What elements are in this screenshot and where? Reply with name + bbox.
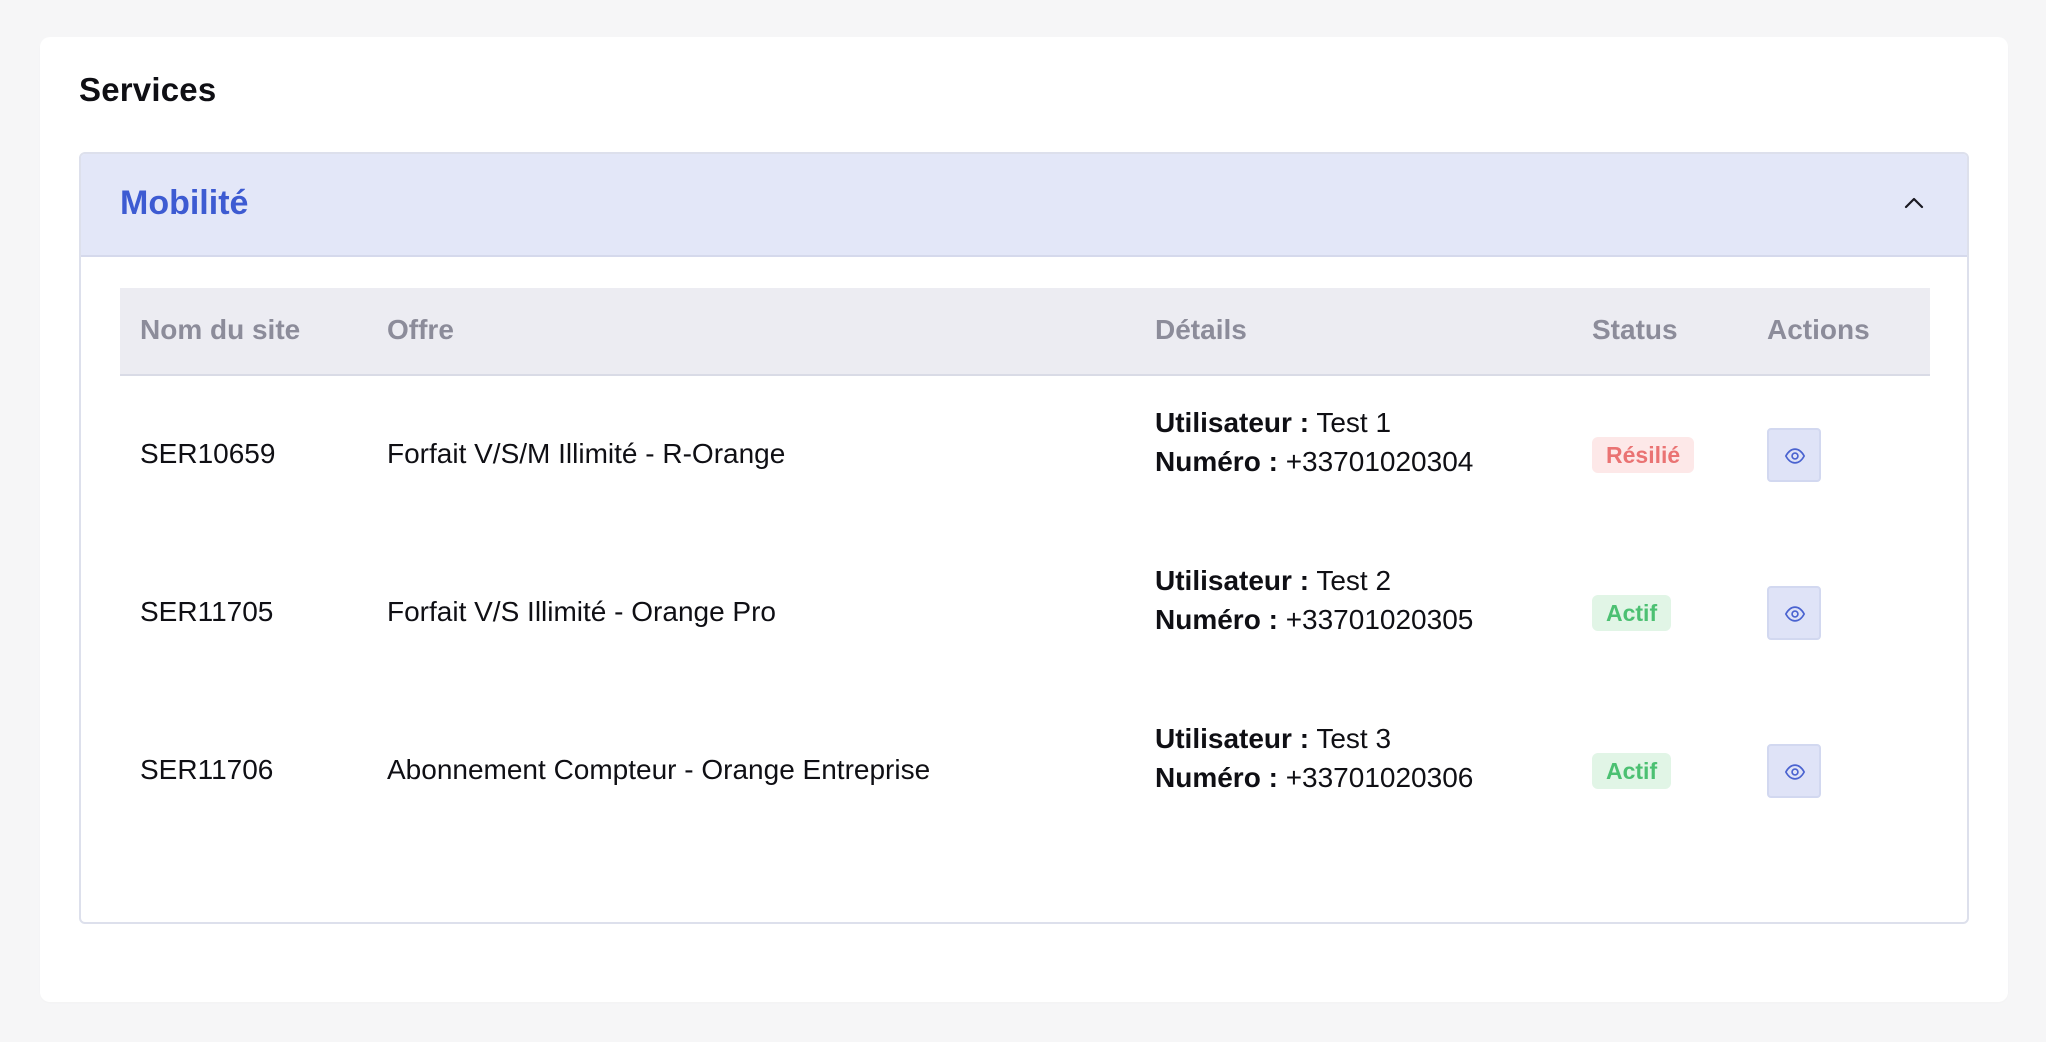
offer-name: Forfait V/S/M Illimité - R-Orange: [387, 438, 786, 469]
column-header-offre: Offre: [387, 314, 454, 345]
status-badge: Actif: [1592, 753, 1672, 789]
table-row: SER11706 Abonnement Compteur - Orange En…: [120, 692, 1930, 850]
detail-label-number: Numéro :: [1155, 446, 1278, 477]
column-header-site: Nom du site: [140, 314, 301, 345]
site-name: SER10659: [140, 438, 276, 469]
page-title: Services: [79, 71, 217, 108]
eye-icon: [1784, 448, 1806, 464]
column-header-details: Détails: [1155, 314, 1247, 345]
status-badge: Résilié: [1592, 437, 1695, 473]
detail-user: Test 3: [1316, 723, 1392, 754]
detail-user: Test 2: [1316, 565, 1392, 596]
detail-number: +33701020305: [1285, 604, 1474, 635]
detail-label-user: Utilisateur :: [1155, 565, 1310, 596]
detail-label-number: Numéro :: [1155, 604, 1278, 635]
eye-icon: [1784, 606, 1806, 622]
detail-number: +33701020306: [1285, 762, 1474, 793]
services-card: Services Mobilité Nom du site Offre Déta…: [40, 37, 2008, 1002]
offer-name: Forfait V/S Illimité - Orange Pro: [387, 596, 777, 627]
site-name: SER11705: [140, 596, 274, 627]
detail-number: +33701020304: [1285, 446, 1474, 477]
accordion-mobilite: Mobilité Nom du site Offre Détails Statu…: [79, 152, 1969, 924]
detail-user: Test 1: [1316, 407, 1392, 438]
column-header-actions: Actions: [1767, 314, 1870, 345]
details-cell: Utilisateur : Test 1 Numéro : +337010203…: [1155, 403, 1473, 481]
accordion-title: Mobilité: [120, 184, 249, 222]
offer-name: Abonnement Compteur - Orange Entreprise: [387, 754, 931, 785]
details-cell: Utilisateur : Test 2 Numéro : +337010203…: [1155, 561, 1473, 639]
table-header: Nom du site Offre Détails Status Actions: [120, 288, 1930, 376]
site-name: SER11706: [140, 754, 274, 785]
detail-label-user: Utilisateur :: [1155, 723, 1310, 754]
view-button[interactable]: [1767, 744, 1821, 798]
chevron-up-icon[interactable]: [1899, 188, 1929, 218]
accordion-header[interactable]: Mobilité: [81, 154, 1967, 257]
status-badge: Actif: [1592, 595, 1672, 631]
eye-icon: [1784, 764, 1806, 780]
column-header-status: Status: [1592, 314, 1678, 345]
view-button[interactable]: [1767, 428, 1821, 482]
table-row: SER10659 Forfait V/S/M Illimité - R-Oran…: [120, 376, 1930, 534]
view-button[interactable]: [1767, 586, 1821, 640]
detail-label-number: Numéro :: [1155, 762, 1278, 793]
details-cell: Utilisateur : Test 3 Numéro : +337010203…: [1155, 719, 1473, 797]
detail-label-user: Utilisateur :: [1155, 407, 1310, 438]
table-row: SER11705 Forfait V/S Illimité - Orange P…: [120, 534, 1930, 692]
